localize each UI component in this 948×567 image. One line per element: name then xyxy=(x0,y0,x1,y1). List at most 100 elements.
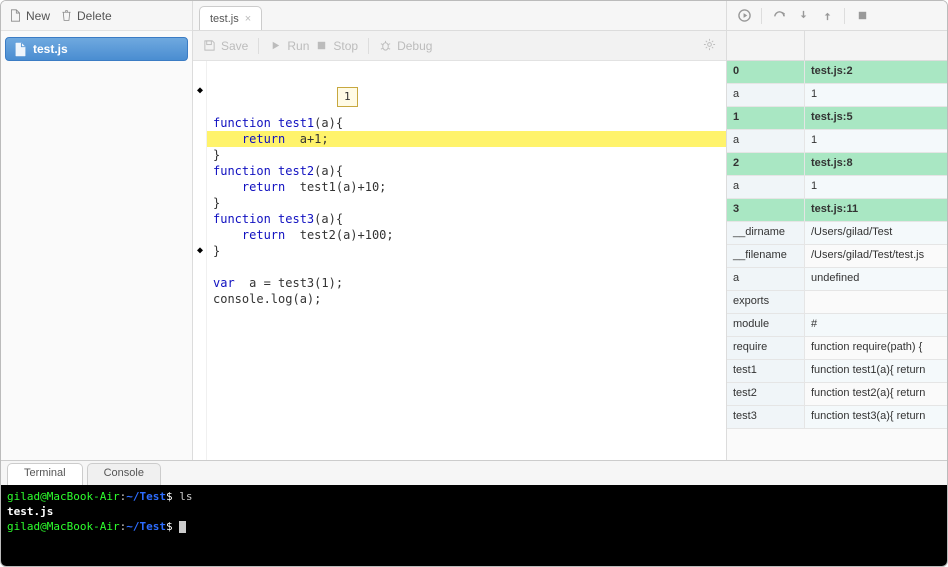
variable-row[interactable]: a1 xyxy=(727,176,947,199)
close-icon[interactable]: × xyxy=(245,13,251,25)
code-line[interactable]: function test3(a){ xyxy=(207,211,726,227)
variable-row[interactable]: test2function test2(a){ return xyxy=(727,383,947,406)
breakpoint-slot[interactable] xyxy=(193,99,207,115)
step-into-button[interactable] xyxy=(792,6,814,26)
variable-row[interactable]: a1 xyxy=(727,84,947,107)
delete-button[interactable]: Delete xyxy=(60,9,112,23)
code-line[interactable]: return test2(a)+100; xyxy=(207,227,726,243)
file-tree: test.js xyxy=(1,31,192,460)
breakpoint-slot[interactable]: ◆ xyxy=(193,83,207,99)
stop-icon xyxy=(315,39,328,52)
bug-icon xyxy=(379,39,392,52)
run-button[interactable]: Run xyxy=(269,39,309,53)
continue-button[interactable] xyxy=(733,6,755,26)
breakpoint-slot[interactable] xyxy=(193,131,207,147)
variable-value: test.js:5 xyxy=(805,107,947,129)
stop-icon xyxy=(856,9,869,22)
debugger-toolbar xyxy=(727,1,947,31)
breakpoint-slot[interactable] xyxy=(193,211,207,227)
variable-name: module xyxy=(727,314,805,336)
sidebar: New Delete test.js xyxy=(1,1,193,460)
variable-name: test1 xyxy=(727,360,805,382)
debug-label: Debug xyxy=(397,39,432,53)
breakpoint-slot[interactable] xyxy=(193,195,207,211)
value-tooltip: 1 xyxy=(337,87,358,107)
editor-toolbar: Save Run Stop Debug xyxy=(193,31,726,61)
code-area[interactable]: function test1(a){ return a+1;}function … xyxy=(207,61,726,460)
variable-name: 3 xyxy=(727,199,805,221)
step-over-button[interactable] xyxy=(768,6,790,26)
tab-testjs[interactable]: test.js × xyxy=(199,6,262,30)
code-line[interactable]: function test1(a){ xyxy=(207,115,726,131)
debug-button[interactable]: Debug xyxy=(379,39,432,53)
variable-row[interactable]: __filename/Users/gilad/Test/test.js xyxy=(727,245,947,268)
save-button[interactable]: Save xyxy=(203,39,248,53)
variable-value: test.js:11 xyxy=(805,199,947,221)
variable-row[interactable]: aundefined xyxy=(727,268,947,291)
code-line[interactable]: console.log(a); xyxy=(207,291,726,307)
breakpoint-slot[interactable] xyxy=(193,179,207,195)
variables-header-value[interactable] xyxy=(805,31,947,60)
code-line[interactable]: } xyxy=(207,195,726,211)
variable-row[interactable]: __dirname/Users/gilad/Test xyxy=(727,222,947,245)
debug-stop-button[interactable] xyxy=(851,6,873,26)
breakpoint-slot[interactable] xyxy=(193,115,207,131)
variable-row[interactable]: test1function test1(a){ return xyxy=(727,360,947,383)
variable-value: 1 xyxy=(805,176,947,198)
step-out-button[interactable] xyxy=(816,6,838,26)
variables-header xyxy=(727,31,947,61)
tab-terminal[interactable]: Terminal xyxy=(7,463,83,485)
breakpoint-slot[interactable]: ◆ xyxy=(193,243,207,259)
variable-name: exports xyxy=(727,291,805,313)
breakpoint-slot[interactable] xyxy=(193,147,207,163)
tab-console[interactable]: Console xyxy=(87,463,161,485)
variable-name: a xyxy=(727,84,805,106)
variable-value: function test3(a){ return xyxy=(805,406,947,428)
variable-value: test.js:2 xyxy=(805,61,947,83)
variable-name: __dirname xyxy=(727,222,805,244)
code-line[interactable]: return a+1; xyxy=(207,131,726,147)
breakpoint-slot[interactable] xyxy=(193,227,207,243)
stop-button[interactable]: Stop xyxy=(315,39,358,53)
toolbar-separator xyxy=(844,8,845,24)
tab-label: test.js xyxy=(210,13,239,25)
variable-name: __filename xyxy=(727,245,805,267)
stack-frame-row[interactable]: 3test.js:11 xyxy=(727,199,947,222)
code-line[interactable]: var a = test3(1); xyxy=(207,275,726,291)
variable-row[interactable]: requirefunction require(path) { xyxy=(727,337,947,360)
code-line[interactable]: } xyxy=(207,243,726,259)
editor-gutter[interactable]: ◆◆ xyxy=(193,61,207,460)
code-line[interactable] xyxy=(207,259,726,275)
variable-row[interactable]: exports xyxy=(727,291,947,314)
save-icon xyxy=(203,39,216,52)
breakpoint-slot[interactable] xyxy=(193,163,207,179)
variables-header-name[interactable] xyxy=(727,31,805,60)
stack-frame-row[interactable]: 2test.js:8 xyxy=(727,153,947,176)
variable-value: undefined xyxy=(805,268,947,290)
code-line[interactable]: } xyxy=(207,147,726,163)
bottom-tab-strip: Terminal Console xyxy=(1,461,947,485)
variable-name: 0 xyxy=(727,61,805,83)
trash-icon xyxy=(60,9,73,22)
new-file-icon xyxy=(9,9,22,22)
variable-name: a xyxy=(727,268,805,290)
toolbar-separator xyxy=(258,38,259,54)
new-button[interactable]: New xyxy=(9,9,50,23)
variable-row[interactable]: test3function test3(a){ return xyxy=(727,406,947,429)
breakpoint-slot[interactable] xyxy=(193,67,207,83)
variable-name: require xyxy=(727,337,805,359)
code-line[interactable]: function test2(a){ xyxy=(207,163,726,179)
terminal[interactable]: gilad@MacBook-Air:~/Test$ ls test.js gil… xyxy=(1,485,947,566)
stack-frame-row[interactable]: 0test.js:2 xyxy=(727,61,947,84)
file-icon xyxy=(14,42,27,57)
code-editor[interactable]: ◆◆ function test1(a){ return a+1;}functi… xyxy=(193,61,726,460)
variable-row[interactable]: a1 xyxy=(727,130,947,153)
code-line[interactable]: return test1(a)+10; xyxy=(207,179,726,195)
save-label: Save xyxy=(221,39,248,53)
variable-value xyxy=(805,291,947,313)
play-circle-icon xyxy=(738,9,751,22)
file-tree-item[interactable]: test.js xyxy=(5,37,188,61)
variable-row[interactable]: module# xyxy=(727,314,947,337)
settings-button[interactable] xyxy=(703,38,716,54)
stack-frame-row[interactable]: 1test.js:5 xyxy=(727,107,947,130)
